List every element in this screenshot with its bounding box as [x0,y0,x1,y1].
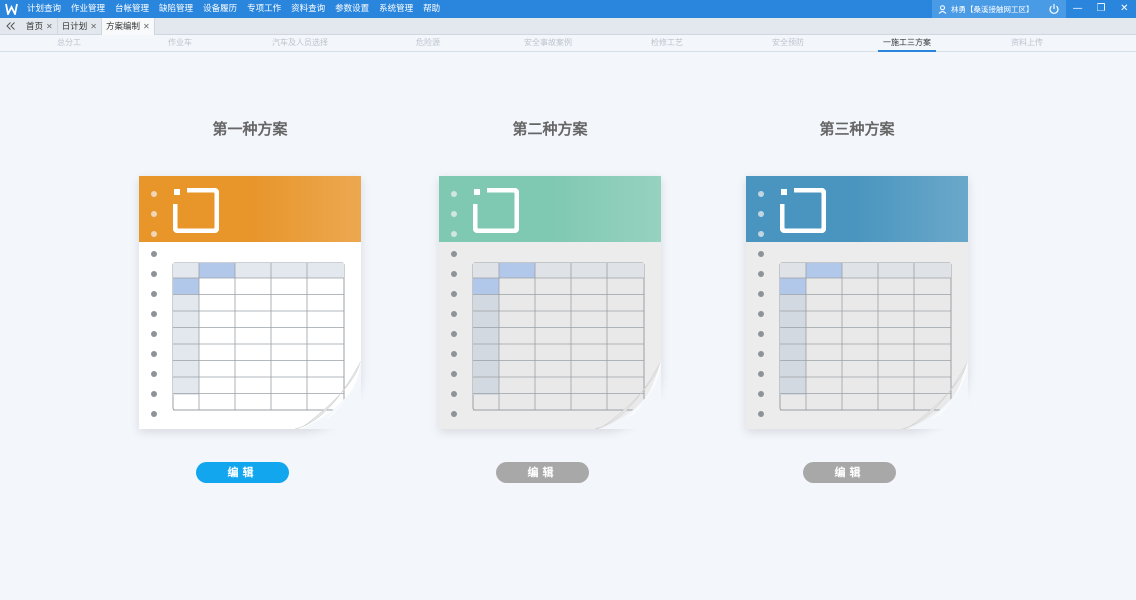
close-icon[interactable]: ✕ [90,22,97,31]
binder-hole [758,251,764,257]
document-icon [173,188,219,233]
binder-hole [451,331,457,337]
binder-hole [758,211,764,217]
binder-hole [151,291,157,297]
binder-hole [151,411,157,417]
binder-hole [758,411,764,417]
power-icon[interactable] [1048,3,1060,15]
tab[interactable]: 首页 ✕ [22,17,58,35]
binder-hole [451,231,457,237]
subnav-item[interactable]: 资料上传 [1011,35,1043,52]
document-header [439,176,661,242]
binder-hole [151,251,157,257]
edit-button[interactable]: 编辑 [496,462,589,483]
binder-hole [758,331,764,337]
plan-title: 第二种方案 [512,120,588,138]
binder-hole [151,391,157,397]
collapse-left-icon[interactable] [0,18,22,35]
binder-hole [758,371,764,377]
plan-card: 第一种方案编辑 [135,0,365,600]
document-header [139,176,361,242]
close-icon[interactable]: ✕ [46,22,53,31]
plan-title: 第三种方案 [819,120,895,138]
binder-hole [451,371,457,377]
menu-item[interactable]: 计划查询 [22,0,66,18]
menu-item[interactable]: 作业管理 [66,0,110,18]
binder-hole [151,371,157,377]
binder-hole [151,211,157,217]
binder-hole [451,391,457,397]
binder-hole [758,351,764,357]
close-icon[interactable]: ✕ [1115,0,1133,18]
plan-title: 第一种方案 [212,120,288,138]
document-header [746,176,968,242]
binder-hole [451,411,457,417]
plan-card: 第二种方案编辑 [435,0,665,600]
page-curl [594,359,661,429]
binder-hole [758,231,764,237]
binder-hole [151,311,157,317]
binder-hole [151,231,157,237]
page-curl [294,359,361,429]
tab[interactable]: 日计划 ✕ [58,17,102,35]
binder-hole [151,191,157,197]
document-icon [473,188,519,233]
plan-document[interactable] [139,176,361,429]
binder-hole [451,351,457,357]
page-curl [901,359,968,429]
binder-hole [151,331,157,337]
subnav-item[interactable]: 总分工 [57,35,81,52]
binder-hole [758,311,764,317]
tab-label: 首页 [26,22,44,32]
binder-hole [758,291,764,297]
plan-document[interactable] [439,176,661,429]
binder-hole [758,191,764,197]
binder-hole [451,251,457,257]
window-controls: — ❐ ✕ [1066,0,1136,18]
plan-document[interactable] [746,176,968,429]
binder-hole [758,391,764,397]
minimize-icon[interactable]: — [1069,0,1087,18]
edit-button[interactable]: 编辑 [803,462,896,483]
binder-hole [451,311,457,317]
binder-hole [758,271,764,277]
plan-card: 第三种方案编辑 [742,0,972,600]
menu-item[interactable]: 系统管理 [374,0,418,18]
binder-hole [451,271,457,277]
binder-hole [451,191,457,197]
binder-hole [151,271,157,277]
binder-hole [451,211,457,217]
document-icon [780,188,826,233]
restore-icon[interactable]: ❐ [1092,0,1110,18]
binder-hole [151,351,157,357]
tab-label: 日计划 [61,22,88,32]
binder-hole [451,291,457,297]
edit-button[interactable]: 编辑 [196,462,289,483]
app-logo[interactable] [0,0,22,18]
